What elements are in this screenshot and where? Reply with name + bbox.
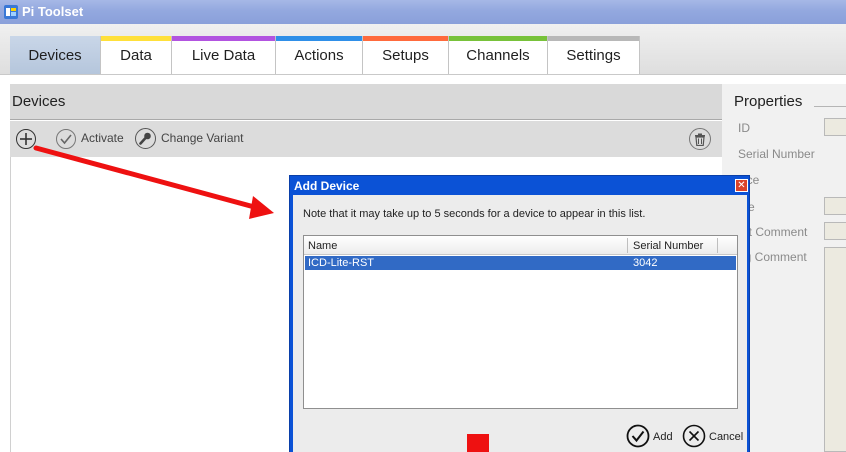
device-list-header: Name Serial Number [304, 236, 737, 255]
dialog-add-button[interactable]: Add [653, 431, 673, 443]
title-bar: Pi Toolset [0, 0, 846, 24]
properties-title: Properties [734, 93, 803, 110]
delete-device-button[interactable] [689, 128, 711, 150]
device-row[interactable]: ICD-Lite-RST 3042 [305, 256, 736, 270]
prop-export-comment-field[interactable] [824, 222, 846, 240]
tab-stripe [449, 36, 547, 41]
tab-actions[interactable]: Actions [276, 36, 363, 74]
plus-icon [20, 133, 32, 145]
devices-panel-title: Devices [12, 93, 66, 110]
dialog-cancel-button[interactable]: Cancel [709, 431, 743, 443]
prop-setting-comment-field[interactable] [824, 247, 846, 452]
tab-settings[interactable]: Settings [548, 36, 640, 74]
column-separator[interactable] [627, 238, 628, 253]
activate-label[interactable]: Activate [81, 131, 124, 145]
tab-data[interactable]: Data [101, 36, 172, 74]
tab-label: Actions [294, 46, 344, 64]
trash-icon [695, 133, 705, 146]
tab-live-data[interactable]: Live Data [172, 36, 276, 74]
annotation-red-marker [467, 434, 489, 452]
devices-panel-header: Devices [10, 84, 722, 120]
change-variant-button[interactable] [135, 128, 156, 149]
app-title: Pi Toolset [22, 4, 84, 19]
activate-button[interactable] [56, 129, 76, 149]
tab-stripe [172, 36, 275, 41]
change-variant-label[interactable]: Change Variant [161, 131, 244, 145]
app-icon [4, 5, 18, 19]
tab-setups[interactable]: Setups [363, 36, 449, 74]
dialog-note: Note that it may take up to 5 seconds fo… [303, 208, 646, 220]
properties-divider [814, 106, 846, 107]
add-check-icon[interactable] [626, 424, 650, 448]
tab-bar: Devices Data Live Data Actions Setups Ch… [0, 24, 846, 75]
column-header-name[interactable]: Name [308, 240, 337, 252]
tab-stripe [276, 36, 362, 41]
tab-label: Settings [566, 46, 621, 64]
prop-label-id: ID [738, 121, 750, 135]
checkmark-icon [60, 134, 72, 145]
device-list[interactable]: Name Serial Number ICD-Lite-RST 3042 [303, 235, 738, 409]
tab-label: Devices [28, 46, 82, 64]
tab-label: Channels [466, 46, 530, 64]
tab-channels[interactable]: Channels [449, 36, 548, 74]
devices-toolbar: Activate Change Variant [10, 121, 722, 157]
device-row-serial: 3042 [633, 257, 658, 269]
prop-id-field[interactable] [824, 118, 846, 136]
tab-stripe [548, 36, 639, 41]
dialog-content: Note that it may take up to 5 seconds fo… [293, 195, 747, 452]
dialog-close-button[interactable]: ✕ [735, 179, 748, 192]
tab-stripe [363, 36, 448, 41]
prop-name-field[interactable] [824, 197, 846, 215]
column-header-serial[interactable]: Serial Number [633, 240, 703, 252]
cancel-x-icon[interactable] [682, 424, 706, 448]
column-separator[interactable] [717, 238, 718, 253]
dialog-title: Add Device [294, 179, 360, 193]
add-device-dialog: Add Device ✕ Note that it may take up to… [289, 175, 750, 452]
tab-label: Setups [382, 46, 429, 64]
add-device-button[interactable] [16, 129, 36, 149]
tab-label: Data [120, 46, 152, 64]
tab-label: Live Data [191, 46, 256, 64]
prop-label-serial-number: Serial Number [738, 147, 815, 161]
tab-devices[interactable]: Devices [10, 36, 101, 74]
device-row-name: ICD-Lite-RST [308, 257, 375, 269]
wrench-icon [139, 132, 151, 145]
tab-stripe [101, 36, 171, 41]
close-icon: ✕ [737, 180, 746, 191]
